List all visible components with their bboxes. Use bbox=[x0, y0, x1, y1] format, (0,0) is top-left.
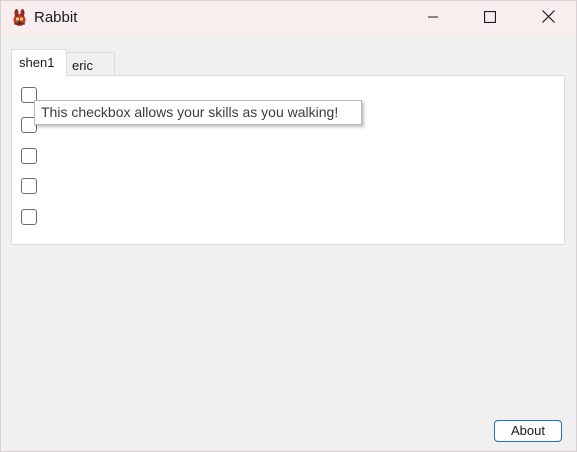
tab-shen1[interactable]: shen1 bbox=[11, 49, 67, 77]
tab-eric[interactable]: eric bbox=[67, 52, 115, 75]
checkbox-4[interactable] bbox=[21, 178, 37, 194]
maximize-button[interactable] bbox=[467, 1, 513, 36]
rabbit-app-icon bbox=[11, 9, 28, 27]
minimize-button[interactable] bbox=[410, 1, 456, 36]
checkbox-tooltip: This checkbox allows your skills as you … bbox=[34, 100, 362, 125]
maximize-icon bbox=[483, 10, 497, 28]
title-bar[interactable]: Rabbit bbox=[1, 1, 576, 36]
checkbox-3[interactable] bbox=[21, 148, 37, 164]
about-button[interactable]: About bbox=[494, 420, 562, 442]
checkbox-5[interactable] bbox=[21, 209, 37, 225]
close-button[interactable] bbox=[525, 1, 571, 36]
close-icon bbox=[541, 9, 555, 28]
minimize-icon bbox=[427, 10, 439, 28]
window-title: Rabbit bbox=[34, 9, 78, 26]
app-window: Rabbit shen1 eric This checkbox allows y… bbox=[0, 0, 577, 452]
